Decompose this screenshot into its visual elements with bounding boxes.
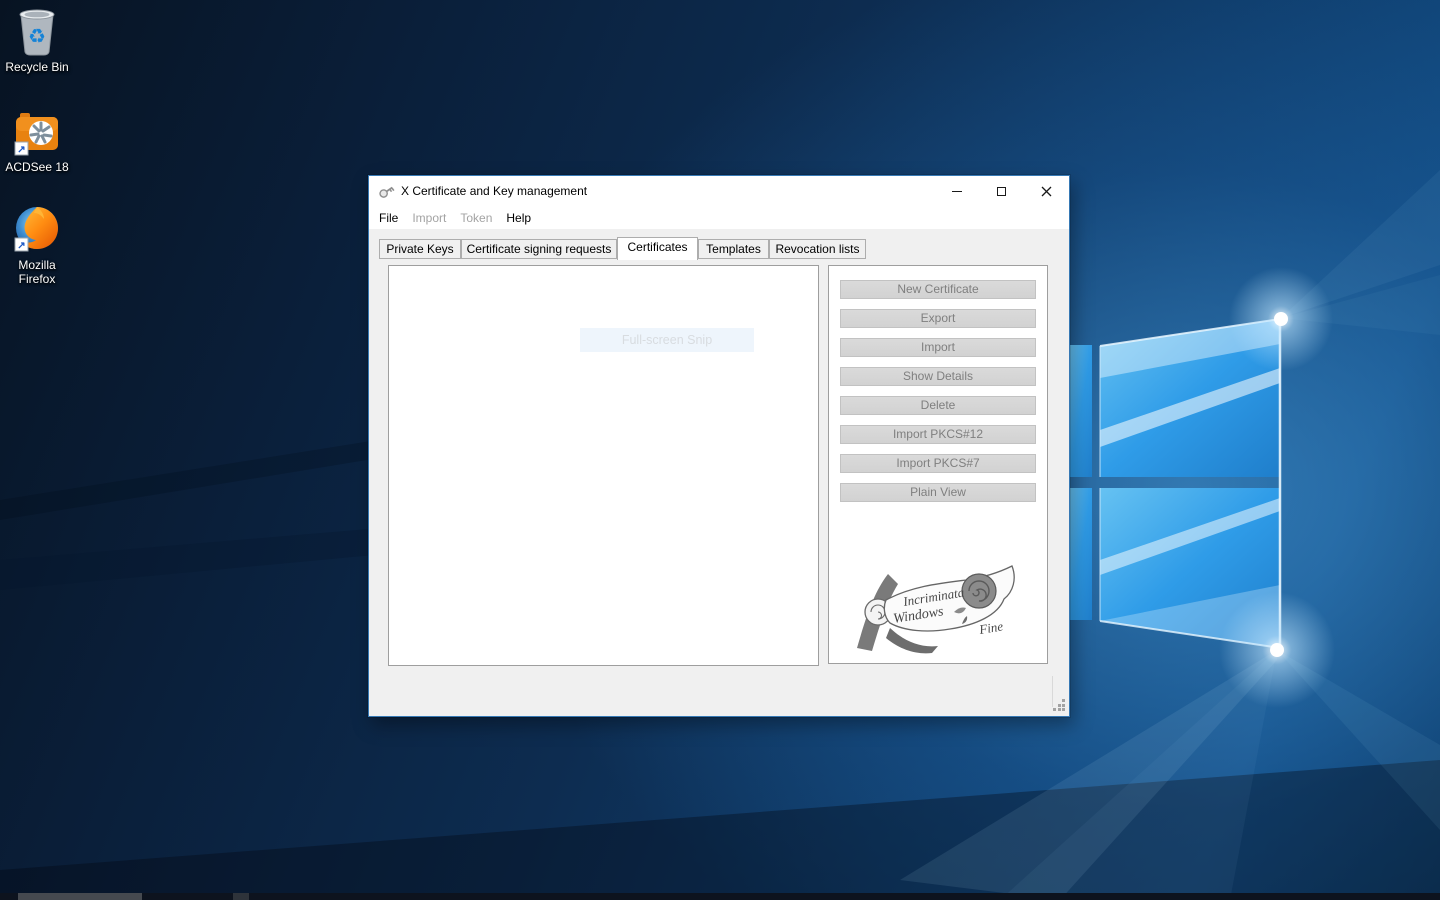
window-title: X Certificate and Key management (401, 184, 587, 198)
menu-file[interactable]: File (379, 211, 398, 225)
desktop-icon-firefox[interactable]: ↗ Mozilla Firefox (0, 204, 76, 286)
tab-templates[interactable]: Templates (698, 239, 769, 259)
minimize-button[interactable] (934, 176, 979, 206)
taskbar-button-segment[interactable] (18, 893, 142, 900)
svg-text:♻: ♻ (28, 26, 46, 48)
menubar: File Import Token Help (369, 206, 1069, 229)
tab-private-keys[interactable]: Private Keys (379, 239, 461, 259)
delete-button[interactable]: Delete (840, 396, 1036, 415)
snip-overlay-artifact: Full-screen Snip (580, 328, 754, 352)
recycle-bin-label: Recycle Bin (0, 60, 76, 74)
acdsee-camera-icon: ↗ (11, 108, 63, 158)
acdsee-label: ACDSee 18 (0, 160, 76, 174)
desktop-icon-recycle-bin[interactable]: ♻ Recycle Bin (0, 6, 76, 74)
svg-text:Fine: Fine (977, 618, 1004, 637)
firefox-label: Mozilla Firefox (0, 258, 76, 286)
export-button[interactable]: Export (840, 309, 1036, 328)
titlebar[interactable]: X Certificate and Key management (369, 176, 1069, 206)
action-button-panel: New Certificate Export Import Show Detai… (828, 265, 1048, 664)
import-pkcs7-button[interactable]: Import PKCS#7 (840, 454, 1036, 473)
certificate-list-panel[interactable]: Full-screen Snip (388, 265, 819, 666)
taskbar[interactable] (0, 893, 1440, 900)
desktop: ♻ Recycle Bin ↗ ACDSee 18 (0, 0, 1440, 900)
import-button[interactable]: Import (840, 338, 1036, 357)
import-pkcs12-button[interactable]: Import PKCS#12 (840, 425, 1036, 444)
menu-help[interactable]: Help (506, 211, 531, 225)
close-icon (1041, 186, 1052, 197)
xca-window: X Certificate and Key management File Im… (368, 175, 1070, 717)
tab-revocation-lists[interactable]: Revocation lists (769, 239, 866, 259)
resize-grip[interactable] (1053, 699, 1066, 712)
show-details-button[interactable]: Show Details (840, 367, 1036, 386)
new-certificate-button[interactable]: New Certificate (840, 280, 1036, 299)
xca-scroll-banner: Incriminata Windows Fine (842, 562, 1024, 654)
desktop-icon-acdsee[interactable]: ↗ ACDSee 18 (0, 108, 76, 174)
svg-text:↗: ↗ (17, 145, 25, 156)
maximize-button[interactable] (979, 176, 1024, 206)
tab-certificates[interactable]: Certificates (617, 237, 698, 260)
recycle-bin-icon: ♻ (13, 6, 61, 58)
key-icon (378, 183, 395, 200)
svg-text:↗: ↗ (17, 241, 25, 252)
minimize-icon (952, 191, 962, 192)
tab-certificate-signing-requests[interactable]: Certificate signing requests (461, 239, 617, 259)
close-button[interactable] (1024, 176, 1069, 206)
firefox-icon: ↗ (11, 204, 63, 256)
menu-token[interactable]: Token (460, 211, 492, 225)
taskbar-button-segment[interactable] (233, 893, 249, 900)
maximize-icon (997, 187, 1006, 196)
menu-import[interactable]: Import (412, 211, 446, 225)
plain-view-button[interactable]: Plain View (840, 483, 1036, 502)
